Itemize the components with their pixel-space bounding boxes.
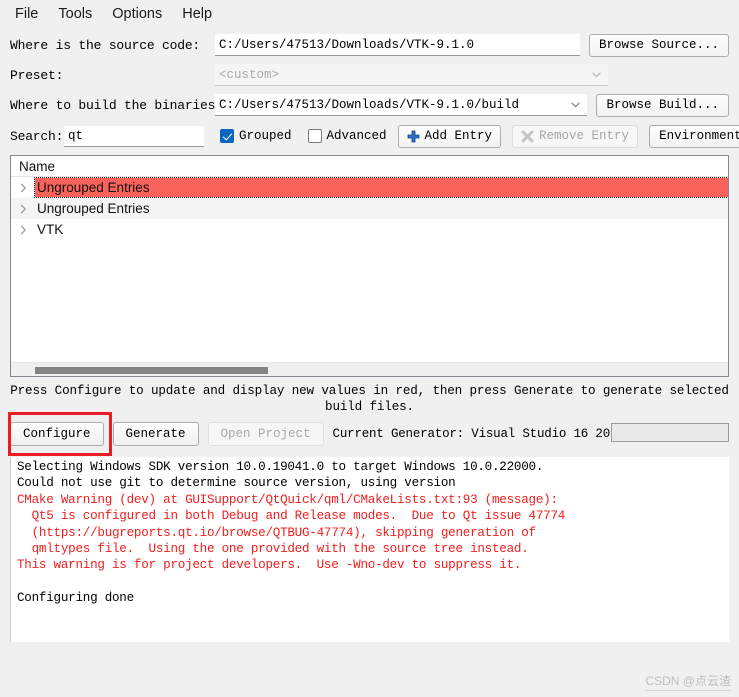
tree-column-header-name: Name: [11, 156, 728, 177]
build-label: Where to build the binaries:: [10, 97, 223, 113]
log-line: CMake Warning (dev) at GUISupport/QtQuic…: [17, 492, 558, 507]
paths-form: Where is the source code: Browse Source.…: [0, 28, 739, 150]
add-entry-button[interactable]: Add Entry: [397, 124, 502, 148]
cache-entries-tree[interactable]: Name Ungrouped Entries Ungrouped Entries…: [10, 155, 729, 377]
remove-entry-label: Remove Entry: [539, 129, 630, 143]
chevron-right-icon[interactable]: [11, 183, 35, 193]
environment-label: Environment...: [659, 129, 739, 143]
build-row: Where to build the binaries: C:/Users/47…: [10, 92, 729, 118]
source-row: Where is the source code: Browse Source.…: [10, 32, 729, 58]
close-icon: [521, 130, 534, 143]
checkbox-unchecked-icon: [307, 129, 322, 143]
chevron-down-icon: [592, 71, 601, 78]
preset-value: <custom>: [219, 68, 280, 82]
menu-item-options[interactable]: Options: [103, 3, 171, 25]
tree-item-label: Ungrouped Entries: [37, 201, 150, 216]
menu-bar: File Tools Options Help: [0, 0, 739, 28]
advanced-checkbox[interactable]: Advanced: [307, 129, 387, 143]
menu-item-help[interactable]: Help: [173, 3, 221, 25]
checkbox-checked-icon: [220, 129, 234, 143]
build-value: C:/Users/47513/Downloads/VTK-9.1.0/build: [219, 98, 520, 112]
preset-combo[interactable]: <custom>: [215, 64, 608, 86]
browse-source-button[interactable]: Browse Source...: [588, 33, 729, 57]
source-label: Where is the source code:: [10, 37, 201, 53]
log-line: Configuring done: [17, 591, 134, 606]
tree-rows: Ungrouped Entries Ungrouped Entries VTK: [11, 177, 728, 240]
build-combo[interactable]: C:/Users/47513/Downloads/VTK-9.1.0/build: [215, 94, 588, 116]
output-log[interactable]: Selecting Windows SDK version 10.0.19041…: [10, 457, 729, 642]
chevron-down-icon: [571, 101, 581, 108]
preset-label: Preset:: [10, 67, 64, 83]
status-hint-text: Press Configure to update and display ne…: [10, 384, 729, 414]
scrollbar-thumb[interactable]: [35, 367, 268, 374]
watermark: CSDN @点云渣: [645, 672, 731, 691]
plus-icon: [407, 130, 420, 143]
log-line: This warning is for project developers. …: [17, 558, 522, 573]
tree-item-label: Ungrouped Entries: [34, 177, 728, 198]
chevron-right-icon[interactable]: [11, 204, 35, 214]
grouped-label: Grouped: [239, 129, 292, 143]
advanced-label: Advanced: [326, 129, 387, 143]
current-generator-text: Current Generator: Visual Studio 16 2019: [332, 427, 625, 441]
log-line: Could not use git to determine source ve…: [17, 476, 456, 491]
action-bar: Configure Generate Open Project Current …: [8, 412, 729, 456]
table-row[interactable]: Ungrouped Entries: [11, 198, 728, 219]
environment-button[interactable]: Environment...: [649, 124, 739, 148]
log-line: Qt5 is configured in both Debug and Rele…: [17, 509, 566, 524]
remove-entry-button: Remove Entry: [512, 124, 639, 148]
browse-build-button[interactable]: Browse Build...: [596, 93, 729, 117]
menu-item-file[interactable]: File: [6, 3, 47, 25]
open-project-button: Open Project: [207, 422, 324, 446]
configure-button[interactable]: Configure: [10, 422, 104, 446]
grouped-checkbox[interactable]: Grouped: [220, 129, 292, 143]
log-line: Selecting Windows SDK version 10.0.19041…: [17, 460, 544, 474]
progress-bar: [611, 423, 729, 442]
search-input[interactable]: [64, 125, 204, 147]
table-row[interactable]: Ungrouped Entries: [11, 177, 728, 198]
cmake-gui-window: File Tools Options Help Where is the sou…: [0, 0, 739, 697]
tree-horizontal-scrollbar[interactable]: [11, 362, 728, 376]
table-row[interactable]: VTK: [11, 219, 728, 240]
log-line: (https://bugreports.qt.io/browse/QTBUG-4…: [17, 525, 536, 540]
search-label: Search:: [10, 128, 64, 144]
chevron-right-icon[interactable]: [11, 225, 35, 235]
generate-button[interactable]: Generate: [112, 422, 199, 446]
tree-item-label: VTK: [37, 222, 64, 237]
preset-row: Preset: <custom>: [10, 62, 729, 88]
source-input[interactable]: [215, 34, 580, 56]
search-row: Search: Grouped Advanced Add Entry: [10, 122, 739, 150]
menu-item-tools[interactable]: Tools: [49, 3, 101, 25]
log-line: qmltypes file. Using the one provided wi…: [17, 542, 529, 557]
add-entry-label: Add Entry: [424, 129, 493, 143]
